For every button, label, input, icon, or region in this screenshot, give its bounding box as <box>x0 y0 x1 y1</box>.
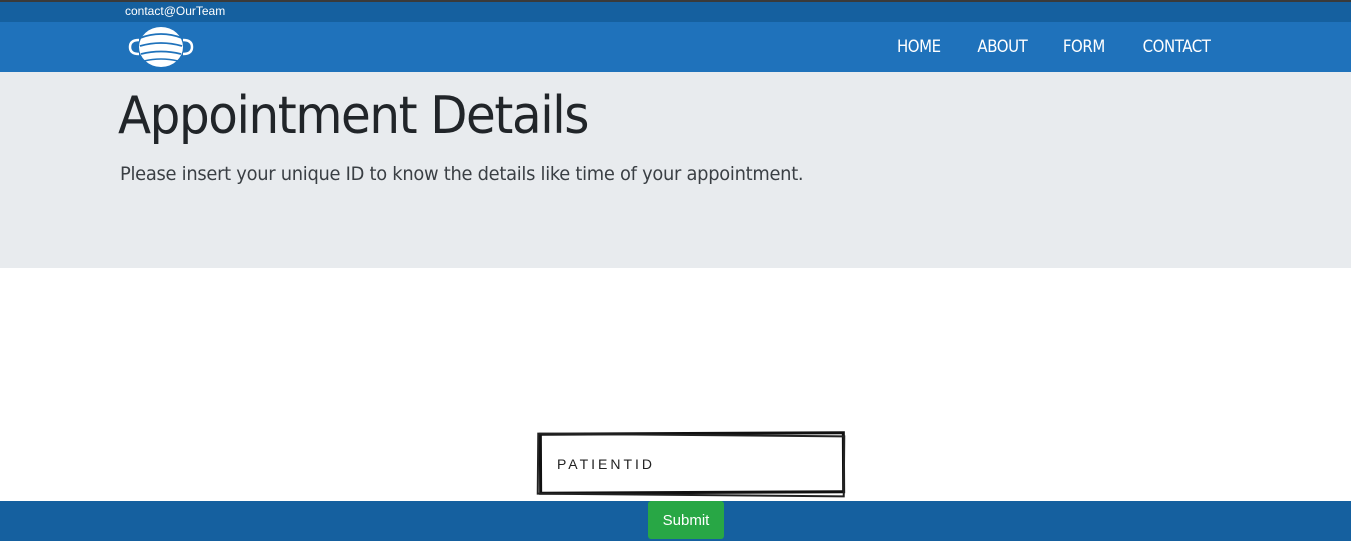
page-title: Appointment Details <box>118 86 590 146</box>
nav-home[interactable]: HOME <box>897 37 941 57</box>
nav-contact[interactable]: CONTACT <box>1143 37 1211 57</box>
contact-email[interactable]: contact@OurTeam <box>125 4 225 18</box>
page-subtitle: Please insert your unique ID to know the… <box>120 163 804 185</box>
face-mask-icon[interactable] <box>126 26 196 68</box>
submit-button[interactable]: Submit <box>648 501 724 539</box>
hero-jumbotron: Appointment Details Please insert your u… <box>0 72 1351 268</box>
patient-id-input[interactable] <box>545 438 837 490</box>
main-nav: HOME ABOUT FORM CONTACT <box>864 22 1215 72</box>
navbar: HOME ABOUT FORM CONTACT <box>0 22 1351 72</box>
nav-form[interactable]: FORM <box>1063 37 1105 57</box>
nav-about[interactable]: ABOUT <box>977 37 1027 57</box>
top-contact-bar: contact@OurTeam <box>0 2 1351 22</box>
patient-id-field-wrapper <box>536 430 847 498</box>
